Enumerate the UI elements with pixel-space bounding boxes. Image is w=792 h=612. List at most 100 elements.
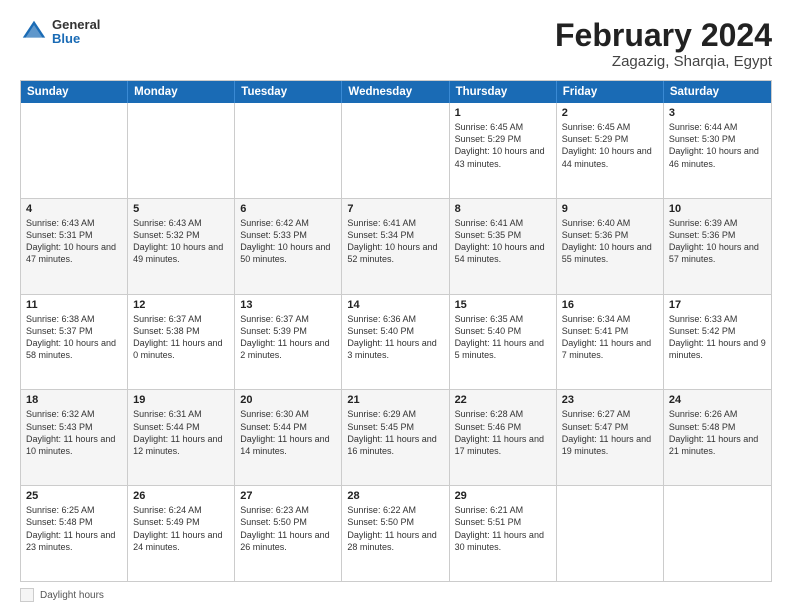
day-num-0-4: 1 xyxy=(455,107,551,119)
cal-cell-1-0: 4Sunrise: 6:43 AM Sunset: 5:31 PM Daylig… xyxy=(21,199,128,294)
cell-info-4-2: Sunrise: 6:23 AM Sunset: 5:50 PM Dayligh… xyxy=(240,504,336,553)
logo-general: General xyxy=(52,18,100,32)
cal-cell-1-4: 8 Sunrise: 6:41 AM Sunset: 5:35 PM Daylig… xyxy=(450,199,557,294)
cell-info-0-4: Sunrise: 6:45 AM Sunset: 5:29 PM Dayligh… xyxy=(455,121,551,170)
cal-cell-4-6 xyxy=(664,486,771,581)
page-subtitle: Zagazig, Sharqia, Egypt xyxy=(555,53,772,70)
day-num-3-1: 19 xyxy=(133,394,229,406)
col-thursday: Thursday xyxy=(450,81,557,103)
cal-cell-3-3: 21 Sunrise: 6:29 AM Sunset: 5:45 PM Dayli… xyxy=(342,390,449,485)
legend-box xyxy=(20,588,34,602)
cal-cell-1-6: 10 Sunrise: 6:39 AM Sunset: 5:36 PM Dayli… xyxy=(664,199,771,294)
cell-info-1-1: Sunrise: 6:43 AM Sunset: 5:32 PM Dayligh… xyxy=(133,217,229,266)
calendar-body: 1 Sunrise: 6:45 AM Sunset: 5:29 PM Daylig… xyxy=(21,103,771,581)
cal-cell-4-0: 25Sunrise: 6:25 AM Sunset: 5:48 PM Dayli… xyxy=(21,486,128,581)
cell-info-3-2: Sunrise: 6:30 AM Sunset: 5:44 PM Dayligh… xyxy=(240,408,336,457)
day-num-4-2: 27 xyxy=(240,490,336,502)
title-block: February 2024 Zagazig, Sharqia, Egypt xyxy=(555,18,772,70)
cell-info-0-6: Sunrise: 6:44 AM Sunset: 5:30 PM Dayligh… xyxy=(669,121,766,170)
cell-info-1-2: Sunrise: 6:42 AM Sunset: 5:33 PM Dayligh… xyxy=(240,217,336,266)
day-num-1-0: 4 xyxy=(26,203,122,215)
cal-cell-3-1: 19 Sunrise: 6:31 AM Sunset: 5:44 PM Dayli… xyxy=(128,390,235,485)
day-num-1-6: 10 xyxy=(669,203,766,215)
page: General Blue February 2024 Zagazig, Shar… xyxy=(0,0,792,612)
day-num-0-6: 3 xyxy=(669,107,766,119)
cal-cell-0-5: 2Sunrise: 6:45 AM Sunset: 5:29 PM Daylig… xyxy=(557,103,664,198)
cell-info-1-4: Sunrise: 6:41 AM Sunset: 5:35 PM Dayligh… xyxy=(455,217,551,266)
logo-blue: Blue xyxy=(52,32,100,46)
day-num-3-2: 20 xyxy=(240,394,336,406)
col-wednesday: Wednesday xyxy=(342,81,449,103)
cal-cell-0-6: 3 Sunrise: 6:44 AM Sunset: 5:30 PM Daylig… xyxy=(664,103,771,198)
day-num-2-1: 12 xyxy=(133,299,229,311)
cell-info-4-1: Sunrise: 6:24 AM Sunset: 5:49 PM Dayligh… xyxy=(133,504,229,553)
cell-info-2-0: Sunrise: 6:38 AM Sunset: 5:37 PM Dayligh… xyxy=(26,313,122,362)
cal-row-0: 1 Sunrise: 6:45 AM Sunset: 5:29 PM Daylig… xyxy=(21,103,771,198)
day-num-1-4: 8 xyxy=(455,203,551,215)
cal-cell-0-0 xyxy=(21,103,128,198)
legend: Daylight hours xyxy=(20,588,772,602)
cell-info-3-3: Sunrise: 6:29 AM Sunset: 5:45 PM Dayligh… xyxy=(347,408,443,457)
cal-cell-2-1: 12Sunrise: 6:37 AM Sunset: 5:38 PM Dayli… xyxy=(128,295,235,390)
cal-cell-3-5: 23 Sunrise: 6:27 AM Sunset: 5:47 PM Dayli… xyxy=(557,390,664,485)
cal-cell-2-5: 16Sunrise: 6:34 AM Sunset: 5:41 PM Dayli… xyxy=(557,295,664,390)
day-num-2-4: 15 xyxy=(455,299,551,311)
cal-cell-3-2: 20 Sunrise: 6:30 AM Sunset: 5:44 PM Dayli… xyxy=(235,390,342,485)
cal-cell-2-6: 17Sunrise: 6:33 AM Sunset: 5:42 PM Dayli… xyxy=(664,295,771,390)
cal-cell-2-3: 14 Sunrise: 6:36 AM Sunset: 5:40 PM Dayli… xyxy=(342,295,449,390)
day-num-3-5: 23 xyxy=(562,394,658,406)
cal-cell-0-1 xyxy=(128,103,235,198)
header: General Blue February 2024 Zagazig, Shar… xyxy=(20,18,772,70)
day-num-1-3: 7 xyxy=(347,203,443,215)
cal-row-2: 11 Sunrise: 6:38 AM Sunset: 5:37 PM Dayli… xyxy=(21,294,771,390)
cal-cell-4-2: 27 Sunrise: 6:23 AM Sunset: 5:50 PM Dayli… xyxy=(235,486,342,581)
day-num-4-4: 29 xyxy=(455,490,551,502)
cal-cell-1-3: 7 Sunrise: 6:41 AM Sunset: 5:34 PM Daylig… xyxy=(342,199,449,294)
cell-info-2-5: Sunrise: 6:34 AM Sunset: 5:41 PM Dayligh… xyxy=(562,313,658,362)
day-num-2-6: 17 xyxy=(669,299,766,311)
cal-cell-2-0: 11 Sunrise: 6:38 AM Sunset: 5:37 PM Dayli… xyxy=(21,295,128,390)
cell-info-3-6: Sunrise: 6:26 AM Sunset: 5:48 PM Dayligh… xyxy=(669,408,766,457)
cal-cell-3-6: 24Sunrise: 6:26 AM Sunset: 5:48 PM Dayli… xyxy=(664,390,771,485)
cal-cell-0-2 xyxy=(235,103,342,198)
cal-cell-3-0: 18Sunrise: 6:32 AM Sunset: 5:43 PM Dayli… xyxy=(21,390,128,485)
cal-cell-0-4: 1 Sunrise: 6:45 AM Sunset: 5:29 PM Daylig… xyxy=(450,103,557,198)
cal-cell-0-3 xyxy=(342,103,449,198)
day-num-2-3: 14 xyxy=(347,299,443,311)
cal-cell-4-4: 29 Sunrise: 6:21 AM Sunset: 5:51 PM Dayli… xyxy=(450,486,557,581)
day-num-3-4: 22 xyxy=(455,394,551,406)
calendar-header: Sunday Monday Tuesday Wednesday Thursday… xyxy=(21,81,771,103)
cell-info-1-3: Sunrise: 6:41 AM Sunset: 5:34 PM Dayligh… xyxy=(347,217,443,266)
day-num-4-1: 26 xyxy=(133,490,229,502)
legend-label: Daylight hours xyxy=(40,590,104,601)
day-num-4-3: 28 xyxy=(347,490,443,502)
col-tuesday: Tuesday xyxy=(235,81,342,103)
cal-cell-4-3: 28 Sunrise: 6:22 AM Sunset: 5:50 PM Dayli… xyxy=(342,486,449,581)
col-sunday: Sunday xyxy=(21,81,128,103)
cell-info-2-4: Sunrise: 6:35 AM Sunset: 5:40 PM Dayligh… xyxy=(455,313,551,362)
cal-cell-4-1: 26 Sunrise: 6:24 AM Sunset: 5:49 PM Dayli… xyxy=(128,486,235,581)
cell-info-4-4: Sunrise: 6:21 AM Sunset: 5:51 PM Dayligh… xyxy=(455,504,551,553)
day-num-2-2: 13 xyxy=(240,299,336,311)
day-num-3-3: 21 xyxy=(347,394,443,406)
cal-row-3: 18Sunrise: 6:32 AM Sunset: 5:43 PM Dayli… xyxy=(21,389,771,485)
cal-cell-4-5 xyxy=(557,486,664,581)
day-num-2-0: 11 xyxy=(26,299,122,311)
day-num-1-1: 5 xyxy=(133,203,229,215)
logo: General Blue xyxy=(20,18,100,47)
logo-text: General Blue xyxy=(52,18,100,47)
cell-info-3-5: Sunrise: 6:27 AM Sunset: 5:47 PM Dayligh… xyxy=(562,408,658,457)
day-num-1-5: 9 xyxy=(562,203,658,215)
col-saturday: Saturday xyxy=(664,81,771,103)
cal-row-1: 4Sunrise: 6:43 AM Sunset: 5:31 PM Daylig… xyxy=(21,198,771,294)
cal-cell-2-4: 15 Sunrise: 6:35 AM Sunset: 5:40 PM Dayli… xyxy=(450,295,557,390)
cell-info-3-1: Sunrise: 6:31 AM Sunset: 5:44 PM Dayligh… xyxy=(133,408,229,457)
day-num-1-2: 6 xyxy=(240,203,336,215)
page-title: February 2024 xyxy=(555,18,772,53)
cell-info-0-5: Sunrise: 6:45 AM Sunset: 5:29 PM Dayligh… xyxy=(562,121,658,170)
col-monday: Monday xyxy=(128,81,235,103)
cell-info-2-3: Sunrise: 6:36 AM Sunset: 5:40 PM Dayligh… xyxy=(347,313,443,362)
cell-info-1-6: Sunrise: 6:39 AM Sunset: 5:36 PM Dayligh… xyxy=(669,217,766,266)
cell-info-4-3: Sunrise: 6:22 AM Sunset: 5:50 PM Dayligh… xyxy=(347,504,443,553)
cal-cell-1-5: 9Sunrise: 6:40 AM Sunset: 5:36 PM Daylig… xyxy=(557,199,664,294)
